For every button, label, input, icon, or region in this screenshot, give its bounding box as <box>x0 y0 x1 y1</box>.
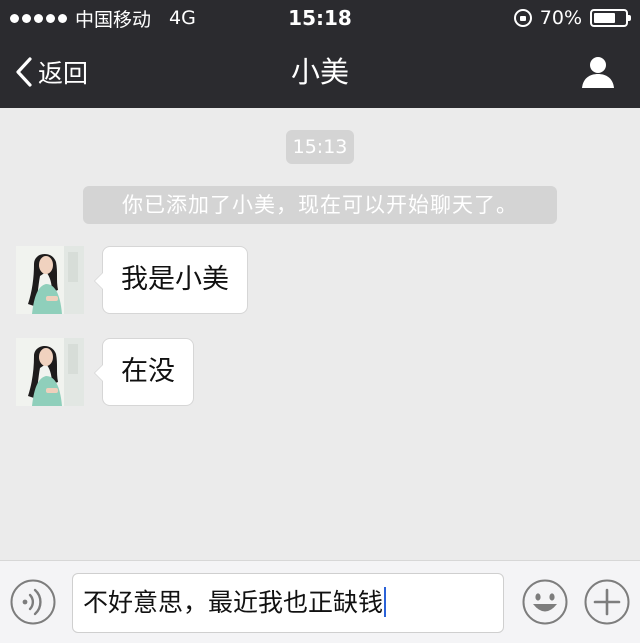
timestamp-label: 15:13 <box>286 130 354 164</box>
back-button[interactable]: 返回 <box>14 36 88 108</box>
chevron-left-icon <box>16 57 32 87</box>
message-input[interactable]: 不好意思，最近我也正缺钱 <box>72 573 504 633</box>
smiley-icon <box>522 579 568 625</box>
back-label: 返回 <box>38 59 89 88</box>
avatar-photo <box>16 338 84 406</box>
plus-icon <box>584 579 630 625</box>
status-bar: 中国移动 4G 15:18 70% <box>0 0 640 36</box>
rotation-lock-icon <box>513 9 532 27</box>
message-bubble[interactable]: 在没 <box>94 338 194 406</box>
message-row: 在没 <box>16 338 194 406</box>
system-notice: 你已添加了小美，现在可以开始聊天了。 <box>83 186 557 224</box>
voice-icon <box>10 579 56 625</box>
message-bubble[interactable]: 我是小美 <box>94 246 248 314</box>
message-row: 我是小美 <box>16 246 248 314</box>
input-bar: 不好意思，最近我也正缺钱 <box>0 560 640 643</box>
network-type: 4G <box>169 7 196 29</box>
person-icon <box>582 57 614 88</box>
chat-screen: 中国移动 4G 15:18 70% 返回 小美 15:13 你已添加了小美，现在… <box>0 0 640 643</box>
voice-input-button[interactable] <box>10 579 56 625</box>
battery-icon <box>590 9 631 27</box>
battery-level <box>594 13 615 23</box>
contact-avatar[interactable] <box>16 338 84 406</box>
message-list[interactable]: 15:13 你已添加了小美，现在可以开始聊天了。 我是小美 在没 <box>0 108 640 560</box>
avatar-photo <box>16 246 84 314</box>
contact-avatar[interactable] <box>16 246 84 314</box>
status-right: 70% <box>513 0 631 36</box>
signal-strength-icon <box>10 13 67 23</box>
battery-percent: 70% <box>539 7 582 29</box>
emoji-button[interactable] <box>522 579 568 625</box>
text-caret <box>384 587 387 617</box>
nav-bar: 返回 小美 <box>0 36 640 108</box>
chat-title: 小美 <box>290 55 349 89</box>
contact-profile-button[interactable] <box>580 54 616 90</box>
input-draft-text: 不好意思，最近我也正缺钱 <box>83 588 384 617</box>
carrier-name: 中国移动 <box>75 8 152 31</box>
more-options-button[interactable] <box>584 579 630 625</box>
